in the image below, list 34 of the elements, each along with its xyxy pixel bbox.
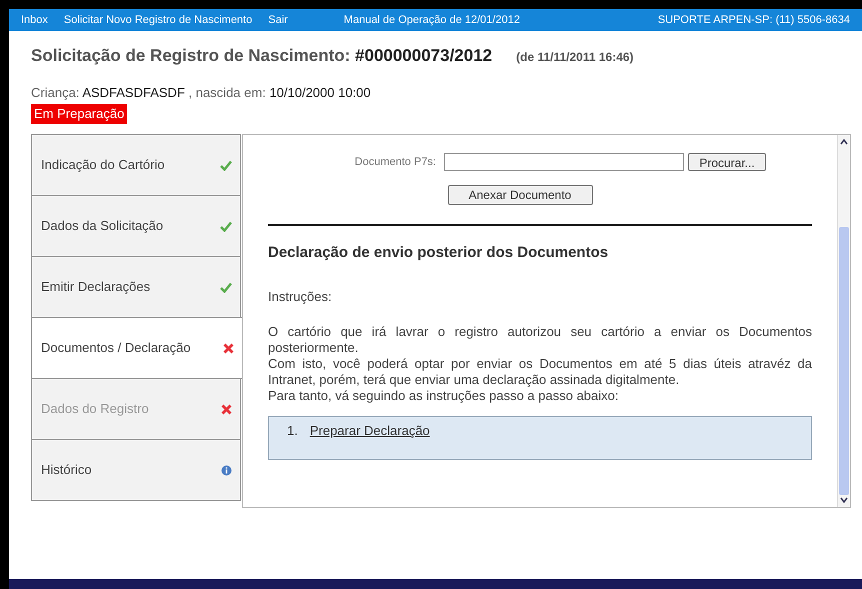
step-number: 1. [287, 422, 298, 440]
step-tab[interactable]: Documentos / Declaração [31, 317, 242, 379]
info-icon [221, 464, 232, 476]
check-icon [220, 160, 232, 170]
check-icon [220, 220, 232, 232]
instruction-paragraph: O cartório que irá lavrar o registro autorizou seu cartório a enviar os Documentos posteriormente. [268, 324, 812, 356]
step-tab[interactable]: Indicação do Cartório [31, 134, 241, 196]
step-tab[interactable]: Histórico [31, 439, 241, 501]
attach-document-button[interactable]: Anexar Documento [448, 185, 592, 205]
scroll-down-icon[interactable] [839, 495, 849, 505]
child-info: Criança: ASDFASDFASDF , nascida em: 10/10/2000 10:00 [31, 84, 372, 102]
check-icon [220, 282, 232, 292]
nav-link[interactable]: Sair [268, 12, 288, 28]
field-label: Documento P7s: [354, 154, 437, 170]
instruction-paragraph: Para tanto, vá seguindo as instruções passo a passo abaixo: [268, 388, 620, 404]
scroll-up-icon[interactable] [839, 137, 849, 147]
step-tab[interactable]: Dados da Solicitação [31, 195, 241, 257]
section-heading: Declaração de envio posterior dos Documentos [268, 243, 610, 263]
scrollbar[interactable] [837, 135, 850, 507]
nav-link[interactable]: Manual de Operação de 12/01/2012 [344, 12, 520, 28]
nav-link[interactable]: Inbox [21, 12, 48, 28]
support-phone: SUPORTE ARPEN-SP: (11) 5506-8634 [658, 12, 850, 28]
page-title: Solicitação de Registro de Nascimento: #000000073/2012 [31, 45, 492, 67]
cross-icon [223, 342, 234, 354]
step-tab[interactable]: Emitir Declarações [31, 256, 241, 318]
instructions-label: Instruções: [268, 288, 333, 306]
status-badge: Em Preparação [31, 104, 128, 124]
cross-icon [221, 404, 232, 414]
instruction-paragraph: Com isto, você poderá optar por enviar os Documentos em até 5 dias úteis atravéz da Intranet, porém, terá que enviar uma declaração assinada digitalmente. [268, 356, 812, 388]
request-date: (de 11/11/2011 16:46) [516, 49, 634, 66]
browse-button[interactable]: Procurar... [688, 153, 766, 171]
file-path-field[interactable] [444, 153, 684, 171]
nav-link[interactable]: Solicitar Novo Registro de Nascimento [64, 12, 252, 28]
prepare-declaration-link[interactable]: Preparar Declaração [310, 421, 430, 440]
